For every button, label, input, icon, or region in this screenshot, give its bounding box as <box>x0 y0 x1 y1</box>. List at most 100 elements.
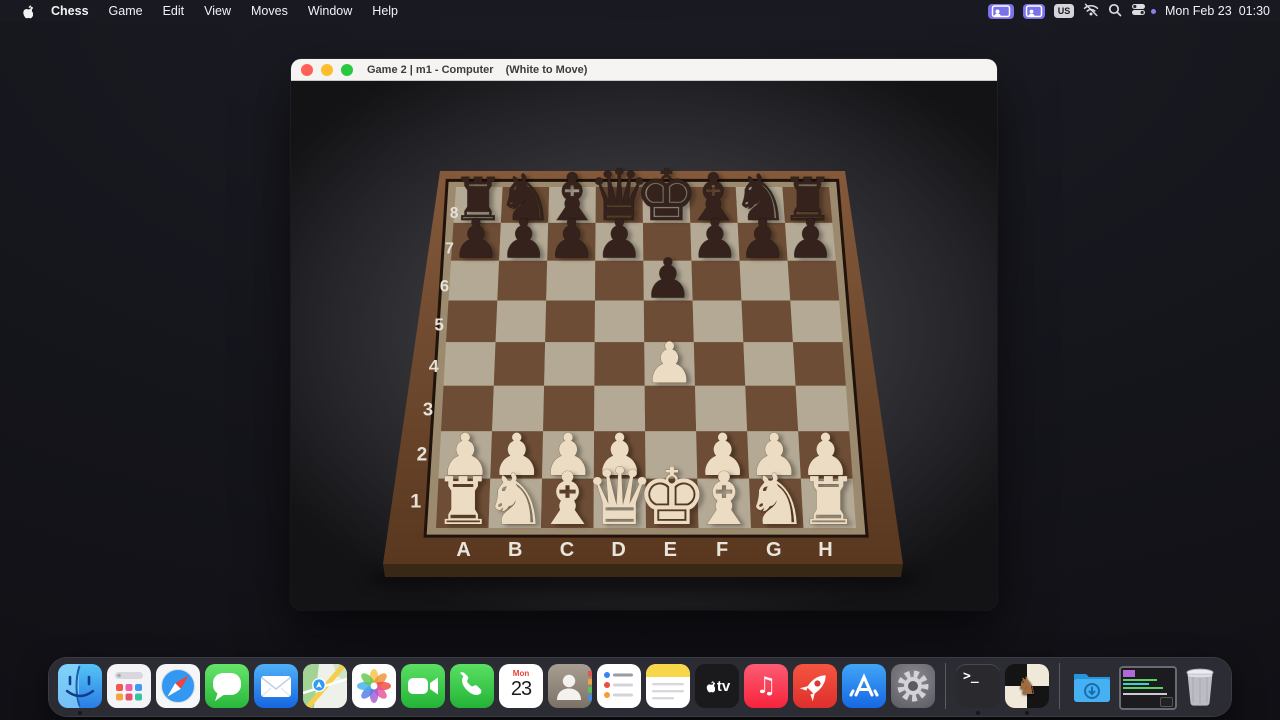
dock-icon-messages[interactable] <box>205 664 249 708</box>
focus-indicator-dot <box>1151 9 1156 14</box>
piece-black-pawn-f7[interactable]: ♟ <box>691 208 739 271</box>
dock-icon-terminal[interactable]: >_ <box>956 664 1000 708</box>
board-frame-edge <box>383 564 903 577</box>
wifi-off-icon[interactable] <box>1083 3 1099 20</box>
dock-icon-photos[interactable] <box>352 664 396 708</box>
window-title: Game 2 | m1 - Computer (White to Move) <box>367 64 587 76</box>
square-b5[interactable] <box>496 300 547 342</box>
file-label-C: C <box>560 539 574 561</box>
calendar-day: 23 <box>499 678 543 701</box>
square-a4[interactable] <box>444 342 496 386</box>
calendar-weekday: Mon <box>499 669 543 678</box>
rank-label-6: 6 <box>440 276 449 295</box>
window-titlebar[interactable]: Game 2 | m1 - Computer (White to Move) <box>291 59 997 81</box>
menu-bar: ChessGameEditViewMovesWindowHelp US Mon … <box>0 0 1280 22</box>
square-f4[interactable] <box>694 342 745 386</box>
dock-icon-mail[interactable] <box>254 664 298 708</box>
square-h5[interactable] <box>790 300 842 342</box>
square-f5[interactable] <box>693 300 744 342</box>
file-label-F: F <box>716 539 728 561</box>
piece-black-pawn-c7[interactable]: ♟ <box>547 208 595 271</box>
dock-icon-appletv[interactable]: tv <box>695 664 739 708</box>
square-c5[interactable] <box>545 300 595 342</box>
menu-item-chess[interactable]: Chess <box>41 4 99 18</box>
dock-icon-trash[interactable] <box>1178 664 1222 708</box>
piece-black-pawn-a7[interactable]: ♟ <box>452 208 500 271</box>
dock-icon-maps[interactable] <box>303 664 347 708</box>
dock: Mon 23 tv ♫ >_ ♞ <box>48 657 1232 717</box>
menu-item-view[interactable]: View <box>194 4 241 18</box>
dock-icon-appstore[interactable] <box>842 664 886 708</box>
running-indicator <box>1025 711 1029 715</box>
dock-icon-phone[interactable] <box>450 664 494 708</box>
piece-white-rook-h1[interactable]: ♜ <box>799 464 858 540</box>
thumbnail-app-badge <box>1160 697 1173 707</box>
dock-icon-safari[interactable] <box>156 664 200 708</box>
dock-divider <box>1059 663 1060 709</box>
terminal-prompt: >_ <box>963 669 979 684</box>
menu-item-help[interactable]: Help <box>362 4 408 18</box>
dock-icon-music[interactable]: ♫ <box>744 664 788 708</box>
dock-icon-calendar[interactable]: Mon 23 <box>499 664 543 708</box>
spotlight-search-icon[interactable] <box>1108 3 1122 20</box>
dock-icon-chess[interactable]: ♞ <box>1005 664 1049 708</box>
menu-item-window[interactable]: Window <box>298 4 362 18</box>
dock-icon-reminders[interactable] <box>597 664 641 708</box>
appletv-text: tv <box>717 678 730 695</box>
file-label-H: H <box>818 539 832 561</box>
square-g5[interactable] <box>741 300 792 342</box>
square-g4[interactable] <box>743 342 795 386</box>
turn-status: (White to Move) <box>506 64 588 76</box>
chess-window: Game 2 | m1 - Computer (White to Move) 8… <box>291 59 997 610</box>
piece-black-pawn-e6[interactable]: ♟ <box>643 246 692 310</box>
dock-icon-facetime[interactable] <box>401 664 445 708</box>
zoom-button[interactable] <box>341 64 353 76</box>
rank-label-2: 2 <box>417 445 428 466</box>
dock-icon-window-thumbnail[interactable] <box>1119 664 1173 708</box>
square-h4[interactable] <box>793 342 846 386</box>
screen-sharing-icon-2[interactable] <box>1023 4 1045 19</box>
apple-menu-icon[interactable] <box>12 4 41 19</box>
square-b4[interactable] <box>494 342 545 386</box>
menu-item-game[interactable]: Game <box>99 4 153 18</box>
dock-icon-settings[interactable] <box>891 664 935 708</box>
dock-icon-contacts[interactable] <box>548 664 592 708</box>
menu-item-edit[interactable]: Edit <box>153 4 195 18</box>
dock-icon-finder[interactable] <box>58 664 102 708</box>
piece-black-pawn-g7[interactable]: ♟ <box>739 208 787 271</box>
control-center-icon[interactable] <box>1131 3 1146 19</box>
piece-black-pawn-b7[interactable]: ♟ <box>500 208 548 271</box>
chess-3d-view: 87654321ABCDEFGH♜♞♝♛♚♝♞♜♟♟♟♟♟♟♟♟♟♟♟♟♟♟♟♟… <box>291 81 997 610</box>
menu-item-moves[interactable]: Moves <box>241 4 298 18</box>
rank-label-4: 4 <box>429 356 439 376</box>
running-indicator <box>976 711 980 715</box>
close-button[interactable] <box>301 64 313 76</box>
dock-icon-launchpad[interactable] <box>107 664 151 708</box>
file-label-G: G <box>766 539 782 561</box>
piece-black-pawn-d7[interactable]: ♟ <box>595 208 643 271</box>
dock-icon-rocket[interactable] <box>793 664 837 708</box>
piece-black-pawn-h7[interactable]: ♟ <box>786 208 834 271</box>
minimize-button[interactable] <box>321 64 333 76</box>
running-indicator <box>78 711 82 715</box>
square-d4[interactable] <box>594 342 644 386</box>
clock-time: 01:30 <box>1239 4 1270 18</box>
chess-knight-glyph: ♞ <box>1016 672 1038 700</box>
rank-label-1: 1 <box>410 491 421 513</box>
screen-sharing-icon[interactable] <box>988 4 1014 19</box>
file-label-A: A <box>456 539 470 561</box>
piece-white-pawn-e4[interactable]: ♟ <box>644 331 694 396</box>
square-d5[interactable] <box>595 300 645 342</box>
chess-board[interactable]: 87654321ABCDEFGH♜♞♝♛♚♝♞♜♟♟♟♟♟♟♟♟♟♟♟♟♟♟♟♟… <box>291 81 997 610</box>
clock-date: Mon Feb 23 <box>1165 4 1232 18</box>
square-c4[interactable] <box>544 342 595 386</box>
square-a5[interactable] <box>446 300 497 342</box>
file-label-B: B <box>508 539 522 561</box>
dock-icon-downloads[interactable] <box>1070 664 1114 708</box>
dock-icon-notes[interactable] <box>646 664 690 708</box>
dock-divider <box>945 663 946 709</box>
input-source-badge[interactable]: US <box>1054 4 1074 18</box>
rank-label-5: 5 <box>434 315 444 335</box>
menu-bar-clock[interactable]: Mon Feb 23 01:30 <box>1165 4 1270 18</box>
rank-label-3: 3 <box>423 398 433 419</box>
